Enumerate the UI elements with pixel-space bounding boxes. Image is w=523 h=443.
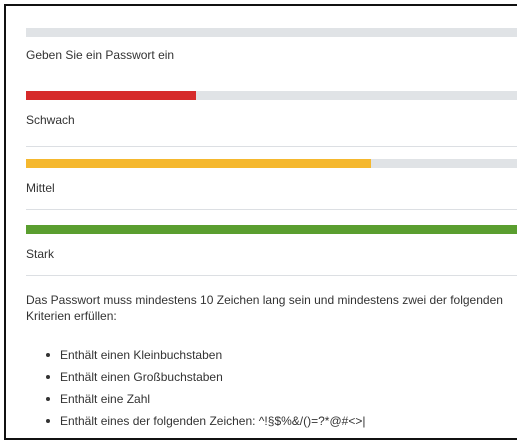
strength-fill-strong	[26, 225, 517, 234]
criteria-text: Enthält einen Großbuchstaben	[60, 370, 223, 384]
password-requirements-text: Das Passwort muss mindestens 10 Zeichen …	[26, 293, 503, 323]
criteria-text: Enthält einen Kleinbuchstaben	[60, 348, 223, 362]
bullet-icon	[46, 397, 50, 401]
criteria-item: Enthält einen Großbuchstaben	[46, 368, 365, 390]
strength-bar-strong	[26, 225, 517, 234]
strength-label-medium: Mittel	[26, 181, 55, 195]
criteria-text: Enthält eines der folgenden Zeichen: ^!§…	[60, 414, 366, 428]
bullet-icon	[46, 419, 50, 423]
criteria-list: Enthält einen Kleinbuchstaben Enthält ei…	[46, 346, 365, 434]
criteria-item: Enthält eine Zahl	[46, 390, 365, 412]
strength-label-weak: Schwach	[26, 113, 75, 127]
prompt-label: Geben Sie ein Passwort ein	[26, 48, 175, 62]
bullet-icon	[46, 375, 50, 379]
divider	[26, 275, 517, 276]
password-strength-panel: Geben Sie ein Passwort ein Schwach Mitte…	[4, 4, 517, 440]
criteria-item: Enthält eines der folgenden Zeichen: ^!§…	[46, 412, 365, 434]
prompt-strength-bar	[26, 28, 517, 37]
criteria-text: Enthält eine Zahl	[60, 392, 151, 406]
criteria-item: Enthält einen Kleinbuchstaben	[46, 346, 365, 368]
strength-fill-weak	[26, 91, 196, 100]
strength-label-strong: Stark	[26, 247, 55, 261]
divider	[26, 146, 517, 147]
bullet-icon	[46, 353, 50, 357]
strength-bar-medium	[26, 159, 517, 168]
strength-bar-weak	[26, 91, 517, 100]
divider	[26, 209, 517, 210]
strength-fill-medium	[26, 159, 371, 168]
